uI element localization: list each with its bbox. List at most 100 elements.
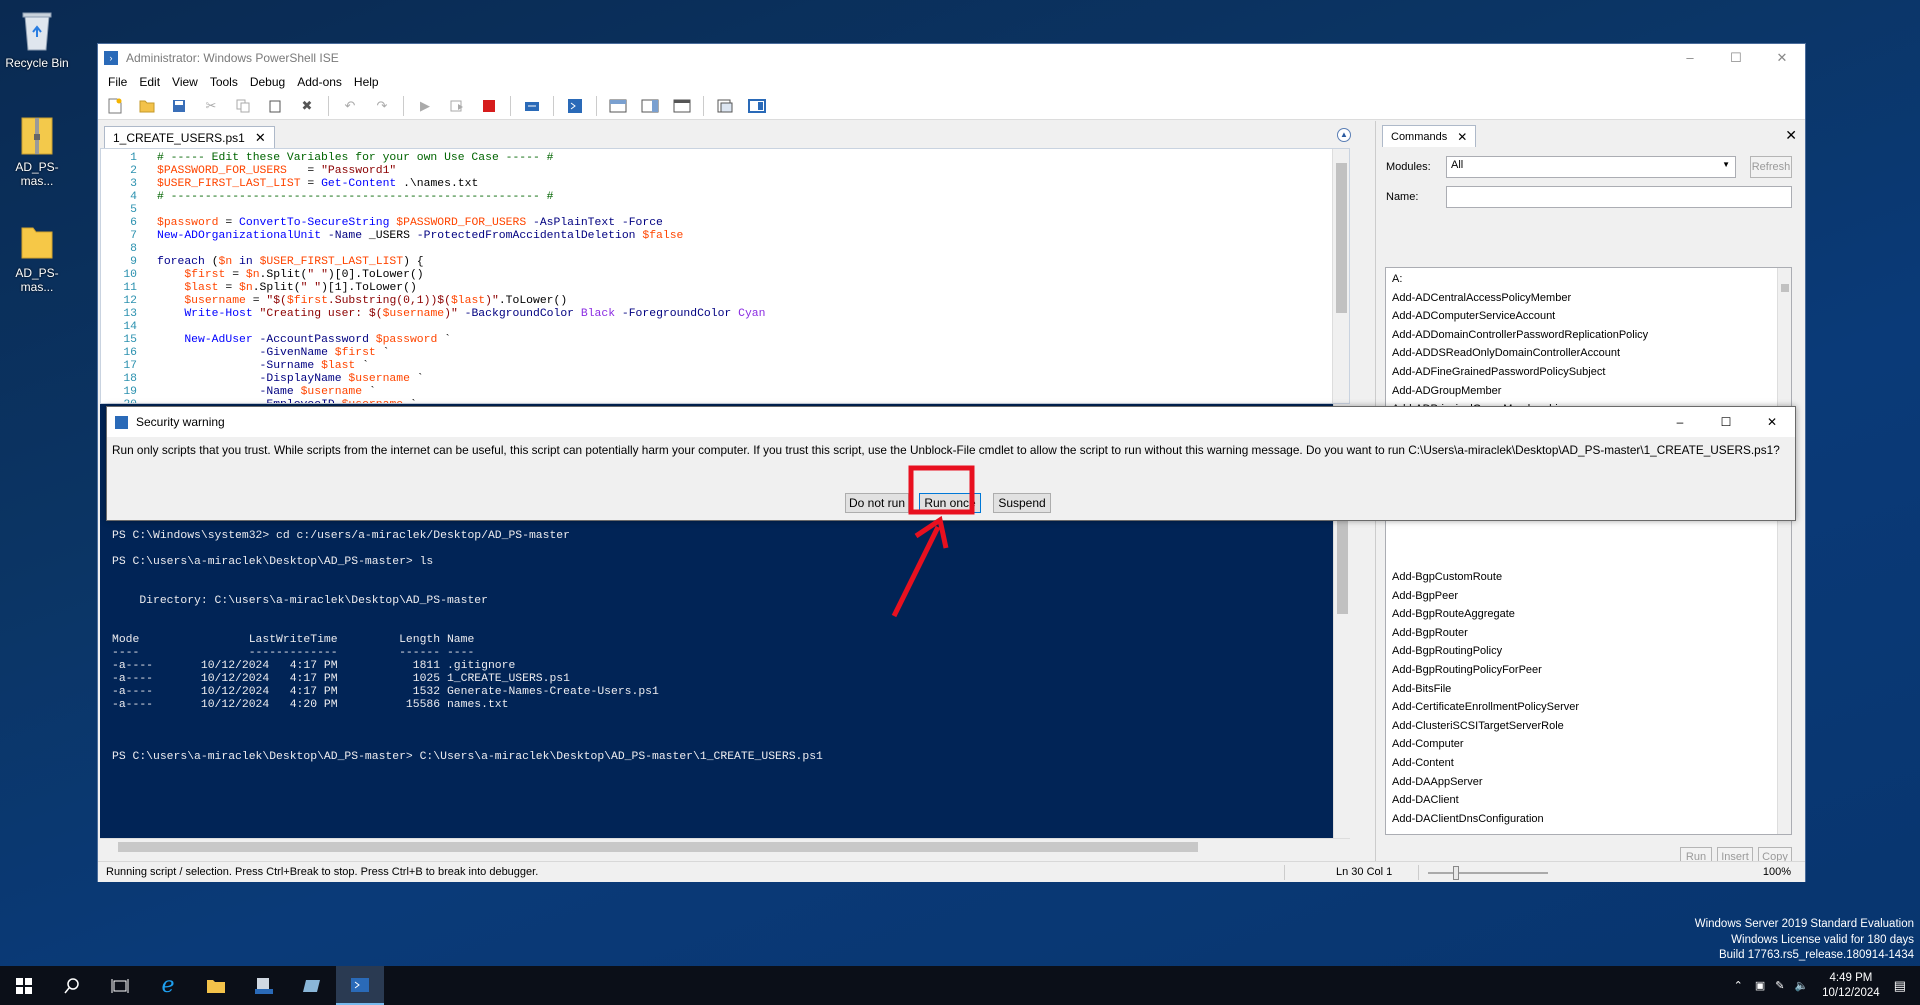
- command-item[interactable]: Add-BgpRouteAggregate: [1386, 605, 1776, 624]
- tab-commands[interactable]: Commands ✕: [1382, 125, 1477, 147]
- clear-console-icon[interactable]: ✖: [296, 95, 318, 117]
- line-number: 6: [130, 217, 137, 229]
- highlight-box: [908, 465, 975, 515]
- close-button[interactable]: ✕: [1759, 44, 1805, 71]
- minimize-button[interactable]: –: [1667, 44, 1713, 71]
- file-explorer-icon[interactable]: [192, 966, 240, 1005]
- internet-explorer-icon[interactable]: e: [144, 966, 192, 1005]
- minimize-button[interactable]: –: [1657, 407, 1703, 437]
- horizontal-scrollbar[interactable]: [100, 838, 1350, 855]
- close-tab-icon[interactable]: ✕: [255, 130, 266, 146]
- command-item[interactable]: Add-ADComputerServiceAccount: [1386, 307, 1776, 326]
- tab-script-file[interactable]: 1_CREATE_USERS.ps1 ✕: [104, 126, 275, 148]
- new-file-icon[interactable]: [104, 95, 126, 117]
- command-item[interactable]: Add-BgpCustomRoute: [1386, 568, 1776, 587]
- command-item[interactable]: Add-ADDSReadOnlyDomainControllerAccount: [1386, 344, 1776, 363]
- zoom-slider[interactable]: [1428, 866, 1548, 880]
- command-item[interactable]: Add-BgpPeer: [1386, 587, 1776, 606]
- notifications-icon[interactable]: ▤: [1894, 978, 1906, 994]
- code-line: -GivenName $first `: [259, 347, 390, 359]
- command-item[interactable]: Add-ADCentralAccessPolicyMember: [1386, 289, 1776, 308]
- command-item[interactable]: Add-BgpRoutingPolicy: [1386, 642, 1776, 661]
- start-windows-icon[interactable]: [0, 966, 48, 1005]
- remote-powershell-icon[interactable]: [521, 95, 543, 117]
- collapse-script-pane-icon[interactable]: ▲: [1337, 128, 1351, 142]
- refresh-button[interactable]: Refresh: [1750, 156, 1792, 178]
- close-pane-icon[interactable]: ✕: [1785, 127, 1797, 144]
- commands-scrollbar[interactable]: [1777, 268, 1791, 834]
- run-selection-icon[interactable]: [446, 95, 468, 117]
- scrollbar-thumb[interactable]: [118, 842, 1198, 852]
- scrollbar-thumb[interactable]: [1336, 163, 1347, 313]
- language-icon[interactable]: ✎: [1775, 979, 1784, 992]
- task-view-icon[interactable]: [96, 966, 144, 1005]
- show-command-addon-icon[interactable]: [746, 95, 768, 117]
- console-line: -a---- 10/12/2024 4:17 PM 1811 .gitignor…: [112, 660, 516, 672]
- command-item[interactable]: Add-BgpRoutingPolicyForPeer: [1386, 661, 1776, 680]
- open-folder-icon[interactable]: [136, 95, 158, 117]
- stop-icon[interactable]: [478, 95, 500, 117]
- command-item[interactable]: Add-ADFineGrainedPasswordPolicySubject: [1386, 363, 1776, 382]
- powershell-taskbar-icon[interactable]: [288, 966, 336, 1005]
- suspend-button[interactable]: Suspend: [993, 493, 1051, 513]
- search-icon[interactable]: [48, 966, 96, 1005]
- clock-date: 10/12/2024: [1822, 986, 1880, 999]
- desktop-icon-recycle-bin[interactable]: Recycle Bin: [2, 8, 72, 70]
- volume-icon[interactable]: 🔈: [1794, 979, 1808, 992]
- editor-scrollbar[interactable]: [1332, 149, 1349, 403]
- network-icon[interactable]: ▣: [1755, 979, 1765, 992]
- command-item[interactable]: Add-ADGroupMember: [1386, 382, 1776, 401]
- script-code[interactable]: # ----- Edit these Variables for your ow…: [157, 152, 765, 403]
- menu-help[interactable]: Help: [348, 75, 385, 89]
- run-script-icon[interactable]: ▶: [414, 95, 436, 117]
- server-manager-icon[interactable]: [240, 966, 288, 1005]
- name-field[interactable]: [1446, 186, 1792, 208]
- redo-icon[interactable]: ↷: [371, 95, 393, 117]
- command-item[interactable]: Add-BgpRouter: [1386, 624, 1776, 643]
- command-item[interactable]: Add-DAClientDnsConfiguration: [1386, 810, 1776, 829]
- command-item[interactable]: Add-ADDomainControllerPasswordReplicatio…: [1386, 326, 1776, 345]
- script-editor[interactable]: 1234567891011121314151617181920 # ----- …: [100, 148, 1350, 404]
- undo-icon[interactable]: ↶: [339, 95, 361, 117]
- command-item[interactable]: Add-BitsFile: [1386, 680, 1776, 699]
- command-item[interactable]: Add-Content: [1386, 754, 1776, 773]
- close-button[interactable]: ✕: [1749, 407, 1795, 437]
- paste-icon[interactable]: [264, 95, 286, 117]
- modules-dropdown[interactable]: All ▼: [1446, 156, 1736, 178]
- menu-view[interactable]: View: [166, 75, 204, 89]
- menu-edit[interactable]: Edit: [133, 75, 166, 89]
- command-item[interactable]: Add-Computer: [1386, 735, 1776, 754]
- menu-tools[interactable]: Tools: [204, 75, 244, 89]
- scrollbar-thumb[interactable]: [1781, 284, 1789, 292]
- menu-addons[interactable]: Add-ons: [291, 75, 348, 89]
- maximize-button[interactable]: ☐: [1713, 44, 1759, 71]
- desktop-icon-folder[interactable]: AD_PS-mas...: [2, 218, 72, 294]
- desktop-icon-zip-folder[interactable]: AD_PS-mas...: [2, 112, 72, 188]
- chevron-up-icon[interactable]: ⌃: [1734, 979, 1743, 992]
- line-number: 9: [130, 256, 137, 268]
- powershell-ise-taskbar-icon[interactable]: [336, 966, 384, 1005]
- zoom-slider-thumb[interactable]: [1453, 866, 1459, 880]
- menu-debug[interactable]: Debug: [244, 75, 291, 89]
- show-script-right-icon[interactable]: [639, 95, 661, 117]
- window-titlebar[interactable]: › Administrator: Windows PowerShell ISE …: [98, 44, 1805, 71]
- save-icon[interactable]: [168, 95, 190, 117]
- copy-icon[interactable]: [232, 95, 254, 117]
- clock[interactable]: 4:49 PM 10/12/2024: [1822, 971, 1880, 1001]
- show-command-window-icon[interactable]: [714, 95, 736, 117]
- close-tab-icon[interactable]: ✕: [1457, 130, 1467, 144]
- command-item[interactable]: A:: [1386, 270, 1776, 289]
- dialog-titlebar[interactable]: Security warning – ☐ ✕: [107, 407, 1795, 437]
- command-item[interactable]: Add-DAClient: [1386, 791, 1776, 810]
- commands-list[interactable]: A: Add-ADCentralAccessPolicyMember Add-ADC…: [1385, 267, 1792, 835]
- start-powershell-icon[interactable]: [564, 95, 586, 117]
- command-item[interactable]: Add-CertificateEnrollmentPolicyServer: [1386, 698, 1776, 717]
- show-script-top-icon[interactable]: [607, 95, 629, 117]
- maximize-button[interactable]: ☐: [1703, 407, 1749, 437]
- command-item[interactable]: Add-ClusteriSCSITargetServerRole: [1386, 717, 1776, 736]
- command-item[interactable]: Add-DAAppServer: [1386, 773, 1776, 792]
- menu-file[interactable]: File: [102, 75, 133, 89]
- show-script-maximized-icon[interactable]: [671, 95, 693, 117]
- cut-icon[interactable]: ✂: [200, 95, 222, 117]
